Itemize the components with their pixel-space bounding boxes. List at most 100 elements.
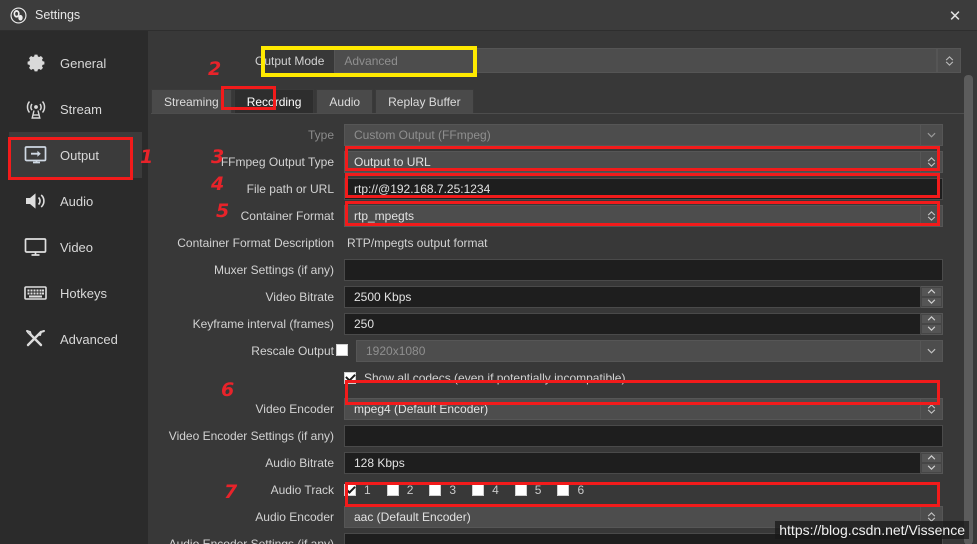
video-encoder-chevron-icon[interactable]	[921, 397, 943, 420]
sidebar-item-general[interactable]: General	[9, 40, 142, 86]
audio-track-6-label: 6	[577, 482, 585, 497]
stepper-up-icon[interactable]	[921, 452, 942, 463]
ffmpeg-output-type-chevron-icon[interactable]	[921, 150, 943, 173]
row-container-format: Container Format rtp_mpegts	[148, 202, 977, 229]
recording-form: Type Custom Output (FFmpeg) FFmpeg Outpu…	[148, 121, 977, 544]
show-all-codecs-checkbox[interactable]	[344, 371, 356, 384]
ffmpeg-output-type-select[interactable]: Output to URL	[344, 150, 921, 173]
row-audio-track: Audio Track 1 2 3 4 5 6	[148, 476, 977, 503]
row-audio-bitrate: Audio Bitrate 128 Kbps	[148, 449, 977, 476]
sidebar-item-advanced[interactable]: Advanced	[9, 316, 142, 362]
audio-track-4-checkbox[interactable]	[472, 483, 485, 496]
video-encoder-label: Video Encoder	[255, 401, 334, 416]
video-bitrate-input[interactable]: 2500 Kbps	[344, 285, 921, 308]
tab-divider	[151, 113, 966, 114]
audio-track-4-label: 4	[492, 482, 499, 497]
audio-track-1-label: 1	[364, 482, 371, 497]
keyframe-interval-input[interactable]: 250	[344, 312, 921, 335]
type-chevron-down-icon[interactable]	[921, 123, 943, 146]
sidebar-item-hotkeys[interactable]: Hotkeys	[9, 270, 142, 316]
video-encoder-settings-label: Video Encoder Settings (if any)	[168, 428, 334, 443]
sidebar-item-label: Video	[60, 239, 94, 255]
audio-track-label: Audio Track	[270, 482, 334, 497]
output-tabs: Streaming Recording Audio Replay Buffer	[151, 89, 966, 113]
rescale-output-checkbox[interactable]	[336, 343, 348, 356]
audio-encoder-label: Audio Encoder	[255, 509, 334, 524]
output-mode-select[interactable]: Advanced	[334, 48, 937, 73]
tab-replay-buffer[interactable]: Replay Buffer	[375, 89, 474, 113]
settings-sidebar: General Stream Output Audio Video Hotkey…	[0, 31, 148, 544]
video-bitrate-stepper[interactable]	[921, 285, 943, 308]
stepper-down-icon[interactable]	[921, 323, 942, 334]
container-format-select[interactable]: rtp_mpegts	[344, 204, 921, 227]
display-icon	[21, 233, 51, 261]
row-video-encoder: Video Encoder mpeg4 (Default Encoder)	[148, 395, 977, 422]
audio-track-1-checkbox[interactable]	[344, 483, 356, 496]
row-muxer-settings: Muxer Settings (if any)	[148, 256, 977, 283]
title-bar: Settings ✕	[0, 0, 977, 31]
gear-icon	[21, 49, 51, 77]
sidebar-item-stream[interactable]: Stream	[9, 86, 142, 132]
muxer-settings-input[interactable]	[344, 258, 943, 281]
keyframe-interval-stepper[interactable]	[921, 312, 943, 335]
tab-streaming[interactable]: Streaming	[151, 89, 232, 113]
row-video-encoder-settings: Video Encoder Settings (if any)	[148, 422, 977, 449]
container-format-label: Container Format	[240, 208, 334, 223]
muxer-settings-label: Muxer Settings (if any)	[213, 262, 334, 277]
settings-window: Settings ✕ General Stream Output Audio V…	[0, 0, 977, 544]
tab-recording[interactable]: Recording	[233, 89, 315, 113]
settings-main-panel: Output Mode Advanced Streaming Recording…	[148, 31, 977, 544]
sidebar-item-output[interactable]: Output	[9, 132, 142, 178]
close-icon[interactable]: ✕	[933, 0, 977, 31]
monitor-arrow-icon	[21, 141, 51, 169]
row-type: Type Custom Output (FFmpeg)	[148, 121, 977, 148]
output-mode-chevron-icon[interactable]	[937, 48, 961, 73]
show-all-codecs-label: Show all codecs (even if potentially inc…	[364, 370, 626, 385]
audio-track-2-label: 2	[406, 482, 414, 497]
obs-logo-icon	[9, 6, 27, 24]
file-path-input[interactable]: rtp://@192.168.7.25:1234	[344, 177, 943, 200]
audio-track-3-checkbox[interactable]	[429, 483, 442, 496]
stepper-up-icon[interactable]	[921, 313, 942, 324]
rescale-output-chevron-down-icon[interactable]	[921, 339, 943, 362]
audio-bitrate-label: Audio Bitrate	[265, 455, 334, 470]
keyboard-icon	[21, 279, 51, 307]
audio-track-5-label: 5	[534, 482, 542, 497]
sidebar-item-label: Output	[60, 147, 100, 163]
type-select[interactable]: Custom Output (FFmpeg)	[344, 123, 921, 146]
audio-track-6-checkbox[interactable]	[557, 483, 570, 496]
video-encoder-settings-input[interactable]	[344, 424, 943, 447]
audio-bitrate-stepper[interactable]	[921, 451, 943, 474]
row-keyframe-interval: Keyframe interval (frames) 250	[148, 310, 977, 337]
wrench-screwdriver-icon	[21, 325, 51, 353]
sidebar-item-video[interactable]: Video	[9, 224, 142, 270]
window-title: Settings	[35, 8, 81, 22]
rescale-output-select[interactable]: 1920x1080	[356, 339, 921, 362]
file-path-label: File path or URL	[246, 181, 334, 196]
scrollbar-thumb[interactable]	[964, 75, 973, 544]
container-format-chevron-icon[interactable]	[921, 204, 943, 227]
ffmpeg-output-type-label: FFmpeg Output Type	[220, 154, 334, 169]
audio-track-3-label: 3	[449, 482, 457, 497]
stepper-down-icon[interactable]	[921, 296, 942, 307]
tab-audio[interactable]: Audio	[316, 89, 374, 113]
stepper-up-icon[interactable]	[921, 286, 942, 297]
stepper-down-icon[interactable]	[921, 462, 942, 473]
vertical-scrollbar[interactable]	[964, 75, 973, 544]
audio-track-5-checkbox[interactable]	[514, 483, 527, 496]
audio-encoder-settings-label: Audio Encoder Settings (if any)	[168, 536, 334, 544]
row-ffmpeg-output-type: FFmpeg Output Type Output to URL	[148, 148, 977, 175]
sidebar-item-label: Audio	[60, 193, 94, 209]
video-encoder-select[interactable]: mpeg4 (Default Encoder)	[344, 397, 921, 420]
audio-bitrate-input[interactable]: 128 Kbps	[344, 451, 921, 474]
sidebar-item-audio[interactable]: Audio	[9, 178, 142, 224]
audio-track-2-checkbox[interactable]	[386, 483, 399, 496]
row-video-bitrate: Video Bitrate 2500 Kbps	[148, 283, 977, 310]
row-file-path: File path or URL rtp://@192.168.7.25:123…	[148, 175, 977, 202]
broadcast-icon	[21, 95, 51, 123]
video-bitrate-label: Video Bitrate	[265, 289, 335, 304]
sidebar-item-label: General	[60, 55, 107, 71]
rescale-output-label: Rescale Output	[251, 343, 334, 358]
row-rescale-output: Rescale Output 1920x1080	[148, 337, 977, 364]
output-mode-label: Output Mode	[255, 53, 325, 68]
